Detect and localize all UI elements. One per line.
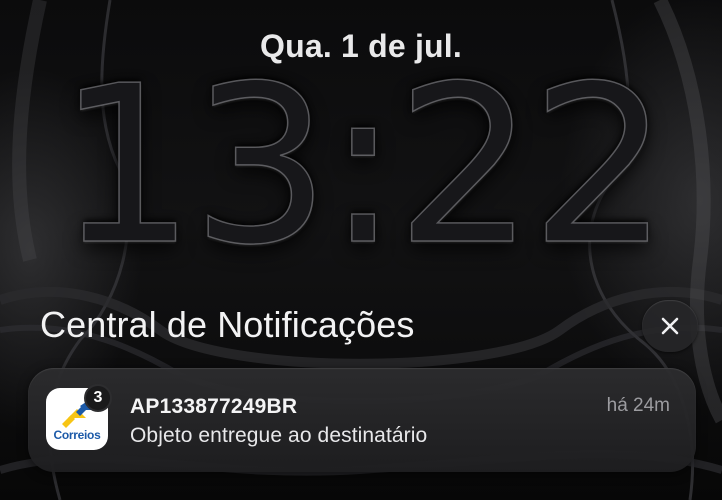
notification-body: Objeto entregue ao destinatário — [130, 424, 428, 447]
app-icon-label: Correios — [53, 428, 101, 442]
notification-count-badge: 3 — [84, 384, 112, 412]
lock-screen-clock: 13:22 — [56, 40, 670, 293]
notification-card[interactable]: Correios 3 AP133877249BR há 24m Objeto e… — [28, 368, 696, 472]
close-icon — [661, 317, 679, 335]
notification-title: AP133877249BR — [130, 395, 298, 418]
lock-screen: Qua. 1 de jul. 13:22 Central de Notifica… — [0, 0, 722, 500]
notification-center-title: Central de Notificações — [40, 304, 415, 345]
notification-timestamp: há 24m — [606, 395, 670, 416]
close-notifications-button[interactable] — [642, 300, 698, 352]
